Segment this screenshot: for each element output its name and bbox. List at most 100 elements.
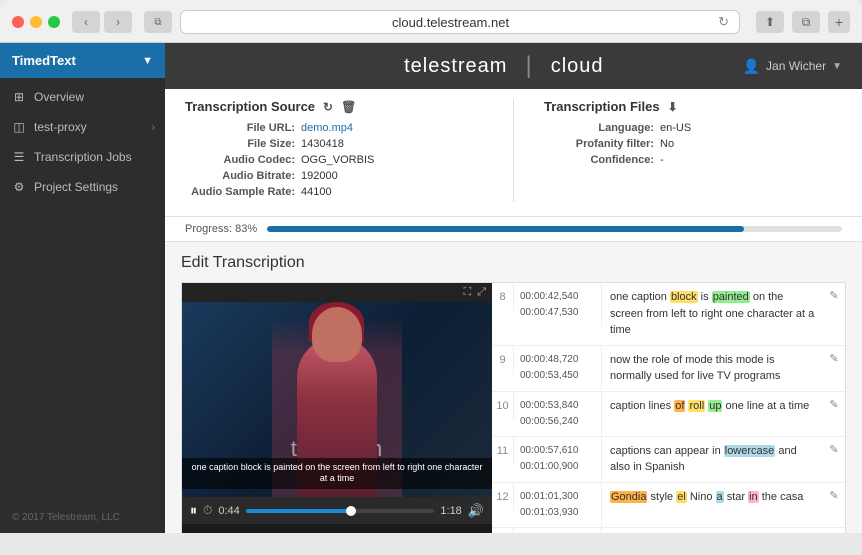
video-progress-bar[interactable] [246, 509, 435, 513]
nav-buttons: ‹ › [72, 11, 132, 33]
caption-number: 13 [492, 528, 514, 534]
file-size-value: 1430418 [301, 138, 344, 150]
sidebar-item-label: Project Settings [34, 180, 118, 194]
sidebar-header[interactable]: TimedText ▼ [0, 43, 165, 78]
caption-times: 00:00:53,84000:00:56,240 [514, 392, 602, 436]
caption-time-end: 00:00:47,530 [520, 305, 595, 321]
video-caption-overlay: one caption block is painted on the scre… [182, 458, 492, 489]
caption-times: 00:01:01,30000:01:03,930 [514, 483, 602, 527]
caption-row: 900:00:48,72000:00:53,450now the role of… [492, 346, 845, 392]
caption-number: 9 [492, 346, 514, 374]
delete-source-icon[interactable]: 🗑 [341, 100, 356, 114]
audio-sample-value: 44100 [301, 186, 332, 198]
address-bar[interactable]: cloud.telestream.net ↻ [180, 10, 740, 34]
edit-transcription-section: Edit Transcription ⛶ ⤢ tele eam [165, 242, 862, 533]
video-panel: ⛶ ⤢ tele eam [182, 283, 492, 533]
time-total: 1:18 [440, 505, 461, 517]
caption-row: 1200:01:01,30000:01:03,930Gondia style e… [492, 483, 845, 528]
sidebar-item-test-proxy[interactable]: ◫ test-proxy › [0, 112, 165, 142]
refresh-source-icon[interactable]: ↻ [323, 100, 333, 114]
topbar-user[interactable]: 👤 Jan Wicher ▼ [743, 58, 842, 75]
audio-bitrate-value: 192000 [301, 170, 338, 182]
caption-edit-button[interactable]: ✎ [823, 346, 845, 371]
caption-edit-button[interactable]: ✎ [823, 283, 845, 308]
audio-codec-row: Audio Codec: OGG_VORBIS [185, 154, 483, 166]
back-button[interactable]: ‹ [72, 11, 100, 33]
close-button[interactable] [12, 16, 24, 28]
sidebar-item-label: test-proxy [34, 120, 87, 134]
volume-icon[interactable]: 🔊 [468, 503, 484, 519]
proxy-icon: ◫ [12, 120, 26, 134]
new-window-button[interactable]: ⧉ [792, 11, 820, 33]
panel-title-files: Transcription Files [544, 99, 660, 114]
transcription-files-panel: Transcription Files ⬇ Language: en-US Pr… [544, 99, 842, 202]
language-label: Language: [544, 122, 654, 134]
caption-time-end: 00:01:00,900 [520, 459, 595, 475]
arrow-icon: › [152, 122, 155, 133]
caption-highlight: in [748, 491, 759, 503]
jobs-icon: ☰ [12, 150, 26, 164]
sidebar-item-transcription-jobs[interactable]: ☰ Transcription Jobs [0, 142, 165, 172]
logo-cloud: cloud [551, 55, 604, 78]
caption-row: 1000:00:53,84000:00:56,240caption lines … [492, 392, 845, 437]
sidebar-chevron-icon: ▼ [142, 55, 153, 67]
caption-time-end: 00:00:53,450 [520, 368, 595, 384]
sidebar-item-overview[interactable]: ⊞ Overview [0, 82, 165, 112]
caption-row: 1100:00:57,61000:01:00,900captions can a… [492, 437, 845, 483]
caption-highlight: roll [688, 400, 705, 412]
confidence-row: Confidence: - [544, 154, 842, 166]
caption-text: caption lines of roll up one line at a t… [602, 392, 823, 421]
app-container: TimedText ▼ ⊞ Overview ◫ test-proxy › ☰ … [0, 43, 862, 533]
topbar-logo: telestream | cloud [404, 52, 603, 80]
profanity-row: Profanity filter: No [544, 138, 842, 150]
caption-highlight: el [676, 491, 687, 503]
share-button[interactable]: ⬆ [756, 11, 784, 33]
transcription-source-panel: Transcription Source ↻ 🗑 File URL: demo.… [185, 99, 483, 202]
file-url-value[interactable]: demo.mp4 [301, 122, 353, 134]
profanity-value: No [660, 138, 674, 150]
caption-row: 800:00:42,54000:00:47,530one caption blo… [492, 283, 845, 346]
language-value: en-US [660, 122, 691, 134]
caption-edit-button[interactable]: ✎ [823, 528, 845, 534]
sidebar-footer: © 2017 Telestream, LLC [0, 502, 165, 533]
maximize-button[interactable] [48, 16, 60, 28]
browser-chrome: ‹ › ⧉ cloud.telestream.net ↻ ⬆ ⧉ + [0, 0, 862, 43]
caption-highlight: Gondia [610, 491, 647, 503]
pause-button[interactable]: ⏸ [190, 502, 197, 519]
caption-time-start: 00:00:42,540 [520, 289, 595, 305]
forward-button[interactable]: › [104, 11, 132, 33]
caption-highlight: of [674, 400, 685, 412]
timer-icon[interactable]: ⏱ [203, 503, 212, 518]
audio-codec-label: Audio Codec: [185, 154, 295, 166]
progress-bar-section: Progress: 83% [165, 217, 862, 242]
crop-icon[interactable]: ⤢ [477, 286, 486, 299]
caption-edit-button[interactable]: ✎ [823, 483, 845, 508]
video-area[interactable]: tele eam one capti [182, 302, 492, 497]
new-tab-button[interactable]: + [828, 11, 850, 33]
settings-icon: ⚙ [12, 180, 26, 194]
caption-time-end: 00:00:56,240 [520, 414, 595, 430]
caption-edit-button[interactable]: ✎ [823, 437, 845, 462]
caption-highlight: painted [712, 291, 750, 303]
expand-icon[interactable]: ⛶ [463, 286, 471, 299]
video-progress-thumb[interactable] [346, 506, 356, 516]
caption-highlight: lowercase [724, 445, 776, 457]
caption-times: 00:00:57,61000:01:00,900 [514, 437, 602, 481]
minimize-button[interactable] [30, 16, 42, 28]
video-controls: ⏸ ⏱ 0:44 1:18 🔊 [182, 497, 492, 524]
logo-divider: | [525, 52, 532, 80]
caption-edit-button[interactable]: ✎ [823, 392, 845, 417]
refresh-icon[interactable]: ↻ [718, 14, 729, 30]
progress-label: Progress: 83% [185, 223, 257, 235]
tab-view-button[interactable]: ⧉ [144, 11, 172, 33]
head [312, 307, 362, 362]
download-files-icon[interactable]: ⬇ [668, 100, 678, 114]
video-toolbar: ⛶ ⤢ [182, 283, 492, 302]
caption-text: captions can appear in lowercase and als… [602, 437, 823, 482]
sidebar-item-project-settings[interactable]: ⚙ Project Settings [0, 172, 165, 202]
confidence-label: Confidence: [544, 154, 654, 166]
file-url-label: File URL: [185, 122, 295, 134]
panel-header-source: Transcription Source ↻ 🗑 [185, 99, 483, 114]
file-size-row: File Size: 1430418 [185, 138, 483, 150]
sidebar-item-label: Overview [34, 90, 84, 104]
